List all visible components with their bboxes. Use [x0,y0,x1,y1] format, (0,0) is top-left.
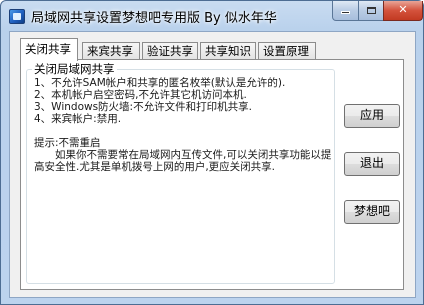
info-line-1: 1、不允许SAM帐户和共享的匿名枚举(默认是允许的). [34,77,286,89]
close-button[interactable]: ✕ [383,1,423,21]
info-text: 1、不允许SAM帐户和共享的匿名枚举(默认是允许的). 2、本机帐户启空密码,不… [34,77,332,173]
group-box: 关闭局域网共享 1、不允许SAM帐户和共享的匿名枚举(默认是允许的). 2、本机… [26,61,335,284]
tab-auth-share[interactable]: 验证共享 [142,42,198,60]
client-area: 关闭共享 来宾共享 验证共享 共享知识 设置原理 关闭局域网共享 1、不允许SA… [9,31,416,298]
window-title: 局域网共享设置梦想吧专用版 By 似水年华 [31,11,277,26]
tab-panel: 关闭局域网共享 1、不允许SAM帐户和共享的匿名枚举(默认是允许的). 2、本机… [20,59,404,290]
tip-body: 如果你不需要常在局域网内互传文件,可以关闭共享功能以提高安全性.尤其是单机拨号上… [34,149,332,173]
tab-guest-share[interactable]: 来宾共享 [82,42,140,60]
maximize-icon [366,7,376,14]
info-line-2: 2、本机帐户启空密码,不允许其它机访问本机. [34,89,247,101]
tip-title: 提示:不需重启 [34,137,101,149]
info-line-3: 3、Windows防火墙:不允许文件和打印机共享. [34,101,252,113]
info-line-4: 4、来宾帐户:禁用. [34,113,122,125]
dream-button[interactable]: 梦想吧 [344,200,400,224]
minimize-button[interactable] [332,1,359,21]
tab-share-knowledge[interactable]: 共享知识 [200,42,256,60]
group-title: 关闭局域网共享 [32,61,117,77]
title-bar[interactable]: 局域网共享设置梦想吧专用版 By 似水年华 ✕ [1,1,423,31]
tab-close-share[interactable]: 关闭共享 [20,38,78,61]
minimize-icon [341,11,350,14]
app-window: 局域网共享设置梦想吧专用版 By 似水年华 ✕ 关闭共享 来宾共享 验证共享 共… [0,0,424,305]
app-icon [9,9,25,24]
close-icon: ✕ [398,3,408,16]
apply-button[interactable]: 应用 [344,104,400,128]
exit-button[interactable]: 退出 [344,152,400,176]
tab-settings-principle[interactable]: 设置原理 [258,42,316,60]
maximize-button[interactable] [358,1,384,21]
